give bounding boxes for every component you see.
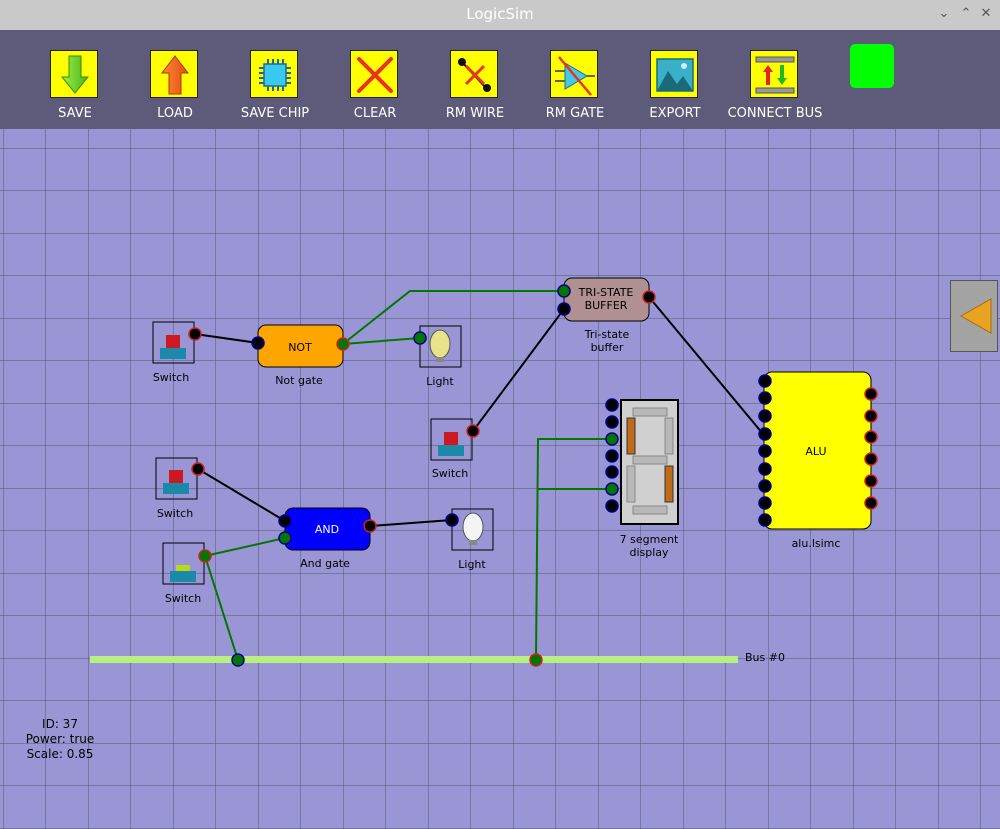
- toolbar: SAVE LOAD SAVE CHIP CLEAR RM WIRE RM GAT…: [0, 30, 1000, 129]
- title-bar: LogicSim ⌄ ⌃ ✕: [0, 0, 1000, 30]
- seven-seg-label-2: display: [629, 546, 669, 559]
- input-pin[interactable]: [278, 514, 292, 528]
- output-pin[interactable]: [864, 387, 878, 401]
- alu-label: alu.lsimc: [791, 537, 841, 550]
- output-pin[interactable]: [864, 452, 878, 466]
- input-pin[interactable]: [445, 513, 459, 527]
- tristate-label-1: Tri-state: [584, 328, 630, 341]
- seven-seg-label-1: 7 segment: [619, 533, 679, 546]
- input-pin[interactable]: [758, 374, 772, 388]
- input-pin[interactable]: [758, 513, 772, 527]
- output-pin[interactable]: [864, 430, 878, 444]
- output-pin[interactable]: [864, 496, 878, 510]
- output-pin[interactable]: [466, 424, 480, 438]
- output-pin[interactable]: [198, 549, 212, 563]
- input-pin[interactable]: [758, 479, 772, 493]
- maximize-icon[interactable]: ⌃: [958, 6, 974, 22]
- input-pin[interactable]: [758, 391, 772, 405]
- input-pin[interactable]: [605, 465, 619, 479]
- tristate-text-2: BUFFER: [585, 299, 628, 312]
- rm-wire-label: RM WIRE: [445, 106, 505, 121]
- chip-icon: [250, 50, 298, 98]
- output-pin[interactable]: [864, 474, 878, 488]
- down-arrow-icon: [50, 50, 98, 98]
- connect-bus-label: CONNECT BUS: [727, 106, 823, 121]
- clear-label: CLEAR: [353, 106, 397, 121]
- close-icon[interactable]: ✕: [978, 6, 994, 22]
- circuit-canvas[interactable]: Bus #0 NOT AND TRI-STATE BUFFER ALU Swit…: [0, 129, 1000, 829]
- id-readout: ID: 37: [42, 717, 78, 731]
- save-label: SAVE: [58, 106, 92, 121]
- output-pin[interactable]: [188, 327, 202, 341]
- enable-pin[interactable]: [557, 302, 571, 316]
- export-label: EXPORT: [649, 106, 701, 121]
- input-pin[interactable]: [758, 427, 772, 441]
- switch-4-label: Switch: [431, 467, 469, 480]
- up-arrow-icon: [150, 50, 198, 98]
- minimize-icon[interactable]: ⌄: [936, 6, 952, 22]
- light-2-label: Light: [458, 558, 486, 571]
- not-gate-text: NOT: [288, 341, 312, 354]
- and-gate[interactable]: AND: [278, 507, 377, 551]
- tristate-label-2: buffer: [590, 341, 624, 354]
- input-pin[interactable]: [605, 449, 619, 463]
- switch-3-label: Switch: [164, 592, 202, 605]
- bus-pin[interactable]: [529, 653, 543, 667]
- input-pin[interactable]: [251, 336, 265, 350]
- side-panel-toggle-button[interactable]: [950, 280, 998, 352]
- save-chip-label: SAVE CHIP: [240, 106, 310, 121]
- circuit-svg[interactable]: Bus #0 NOT AND TRI-STATE BUFFER ALU: [0, 129, 1000, 829]
- bus-label: Bus #0: [745, 651, 785, 664]
- scale-readout: Scale: 0.85: [26, 747, 94, 761]
- light-1-label: Light: [426, 375, 454, 388]
- alu-chip[interactable]: ALU: [758, 371, 878, 530]
- input-pin[interactable]: [605, 482, 619, 496]
- and-gate-text: AND: [315, 523, 339, 536]
- tristate-buffer[interactable]: TRI-STATE BUFFER: [557, 277, 656, 322]
- power-readout: Power: true: [25, 732, 95, 746]
- bus-icon: [750, 50, 798, 98]
- input-pin[interactable]: [557, 284, 571, 298]
- bus-pin[interactable]: [231, 653, 245, 667]
- status-info: ID: 37 Power: true Scale: 0.85: [10, 717, 110, 762]
- tristate-text-1: TRI-STATE: [578, 286, 634, 299]
- output-pin[interactable]: [191, 462, 205, 476]
- x-icon: [350, 50, 398, 98]
- and-gate-label: And gate: [300, 557, 350, 570]
- power-indicator[interactable]: [850, 44, 894, 88]
- output-pin[interactable]: [336, 337, 350, 351]
- rm-gate-label: RM GATE: [545, 106, 605, 121]
- output-pin[interactable]: [864, 409, 878, 423]
- input-pin[interactable]: [278, 531, 292, 545]
- switch-1-label: Switch: [152, 371, 190, 384]
- input-pin[interactable]: [605, 499, 619, 513]
- left-arrow-icon: [959, 298, 992, 334]
- alu-text: ALU: [805, 445, 826, 458]
- remove-gate-icon: [550, 50, 598, 98]
- output-pin[interactable]: [363, 519, 377, 533]
- input-pin[interactable]: [758, 409, 772, 423]
- load-label: LOAD: [157, 106, 193, 121]
- image-icon: [650, 50, 698, 98]
- input-pin[interactable]: [605, 398, 619, 412]
- input-pin[interactable]: [413, 331, 427, 345]
- switch-2-label: Switch: [156, 507, 194, 520]
- remove-wire-icon: [450, 50, 498, 98]
- input-pin[interactable]: [758, 462, 772, 476]
- input-pin[interactable]: [605, 432, 619, 446]
- window-title: LogicSim: [466, 5, 534, 23]
- not-gate-label: Not gate: [275, 374, 323, 387]
- input-pin[interactable]: [758, 444, 772, 458]
- bus-bar[interactable]: [90, 656, 738, 663]
- input-pin[interactable]: [605, 415, 619, 429]
- not-gate[interactable]: NOT: [251, 324, 350, 368]
- output-pin[interactable]: [642, 290, 656, 304]
- input-pin[interactable]: [758, 496, 772, 510]
